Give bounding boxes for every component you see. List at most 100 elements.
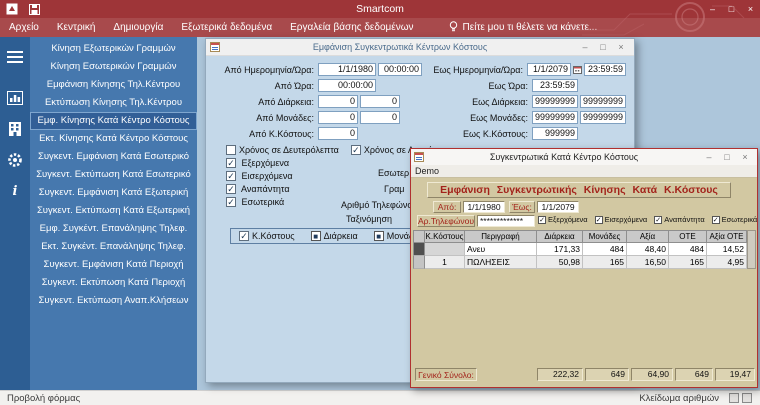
cell-value-ote[interactable]: 14,52: [707, 243, 747, 256]
from-costcenter-input[interactable]: 0: [318, 127, 358, 140]
filter-unanswered-checkbox[interactable]: ✓ Αναπάντητα: [654, 215, 704, 224]
from-hour-input[interactable]: 00:00:00: [318, 79, 376, 92]
sidebar-item-ekt-kinisis-kentro-kostous[interactable]: Εκτ. Κίνησης Κατά Κέντρο Κόστους: [30, 130, 197, 148]
form-view-icon[interactable]: [729, 393, 739, 403]
report-window: Συγκεντρωτικά Κατά Κέντρο Κόστους – □ × …: [410, 148, 758, 388]
column-header-value-ote[interactable]: Αξία ΟΤΕ: [707, 230, 747, 243]
cell-description[interactable]: ΠΩΛΗΣΕΙΣ: [465, 256, 537, 269]
sidebar-item-kinisi-exoterikon[interactable]: Κίνηση Εξωτερικών Γραμμών: [30, 40, 197, 58]
sort-duration-option[interactable]: ■ Διάρκεια: [311, 231, 358, 241]
sidebar-item-sygkent-ektiposi-esoteriko[interactable]: Συγκεντ. Εκτύπωση Κατά Εσωτερικό: [30, 166, 197, 184]
filter-dialog-titlebar[interactable]: Εμφάνιση Συγκεντρωτικά Κέντρων Κόστους –…: [206, 39, 634, 56]
cell-value[interactable]: 16,50: [627, 256, 669, 269]
from-duration-input-1[interactable]: 0: [318, 95, 358, 108]
gear-icon[interactable]: [0, 148, 30, 172]
from-date-input[interactable]: 1/1/1980: [318, 63, 376, 76]
maximize-button[interactable]: □: [722, 0, 741, 18]
sidebar-item-emfanisi-kinisis-tilkentrou[interactable]: Εμφάνιση Κίνησης Τηλ.Κέντρου: [30, 76, 197, 94]
close-button[interactable]: ×: [741, 0, 760, 18]
to-duration-input-1[interactable]: 99999999: [532, 95, 578, 108]
report-heading-button[interactable]: Εμφάνιση Συγκεντρωτικής Κίνησης Κατά Κ.Κ…: [427, 182, 731, 198]
from-date-value[interactable]: 1/1/1980: [463, 201, 505, 213]
from-units-input-2[interactable]: 0: [360, 111, 400, 124]
cell-ote[interactable]: 484: [669, 243, 707, 256]
building-icon[interactable]: [0, 117, 30, 141]
chart-icon[interactable]: [0, 86, 30, 110]
menubar: Αρχείο Κεντρική Δημιουργία Εξωτερικά δεδ…: [0, 18, 760, 37]
column-header-units[interactable]: Μονάδες: [583, 230, 627, 243]
menu-home[interactable]: Κεντρική: [48, 18, 105, 37]
record-selector[interactable]: [413, 243, 425, 256]
cell-costcenter[interactable]: [425, 243, 465, 256]
from-duration-input-2[interactable]: 0: [360, 95, 400, 108]
sidebar-item-ekt-sygkent-epanalipsis[interactable]: Εκτ. Συγκέντ. Επανάληψης Τηλεφ.: [30, 238, 197, 256]
dialog-minimize-button[interactable]: –: [576, 42, 594, 52]
sidebar-item-sygkent-emfanisi-exoteriki[interactable]: Συγκεντ. Εμφάνιση Κατά Εξωτερική: [30, 184, 197, 202]
dialog-maximize-button[interactable]: □: [594, 42, 612, 52]
sidebar-item-sygkent-emfanisi-periochi[interactable]: Συγκεντ. Εμφάνιση Κατά Περιοχή: [30, 256, 197, 274]
report-titlebar[interactable]: Συγκεντρωτικά Κατά Κέντρο Κόστους – □ ×: [411, 149, 757, 165]
minimize-button[interactable]: –: [703, 0, 722, 18]
filter-internal-checkbox[interactable]: ✓ Εσωτερικά: [712, 215, 758, 224]
sidebar-item-ektiposi-kinisis-tilkentrou[interactable]: Εκτύπωση Κίνησης Τηλ.Κέντρου: [30, 94, 197, 112]
save-icon[interactable]: [29, 4, 40, 15]
column-header-ote[interactable]: ΟΤΕ: [669, 230, 707, 243]
filter-incoming-checkbox[interactable]: ✓ Εισερχόμενα: [595, 215, 648, 224]
to-duration-input-2[interactable]: 99999999: [580, 95, 626, 108]
column-header-value[interactable]: Αξία: [627, 230, 669, 243]
column-header-description[interactable]: Περιγραφή: [465, 230, 537, 243]
dialog-close-button[interactable]: ×: [612, 42, 630, 52]
date-picker-icon[interactable]: [573, 65, 582, 74]
record-selector[interactable]: [413, 256, 425, 269]
column-header-duration[interactable]: Διάρκεια: [537, 230, 583, 243]
hamburger-menu-icon[interactable]: [0, 45, 30, 69]
to-units-input-2[interactable]: 99999999: [580, 111, 626, 124]
filter-outgoing-checkbox[interactable]: ✓ Εξερχόμενα: [538, 215, 588, 224]
window-controls: – □ ×: [703, 0, 760, 18]
menu-external-data[interactable]: Εξωτερικά δεδομένα: [172, 18, 281, 37]
from-units-input-1[interactable]: 0: [318, 111, 358, 124]
to-date-value[interactable]: 1/1/2079: [537, 201, 579, 213]
to-costcenter-input[interactable]: 999999: [532, 127, 578, 140]
menu-file[interactable]: Αρχείο: [0, 18, 48, 37]
sidebar-item-sygkent-ektiposi-periochi[interactable]: Συγκεντ. Εκτύπωση Κατά Περιοχή: [30, 274, 197, 292]
to-hour-input[interactable]: 23:59:59: [532, 79, 578, 92]
cell-value-ote[interactable]: 4,95: [707, 256, 747, 269]
menu-database-tools[interactable]: Εργαλεία βάσης δεδομένων: [281, 18, 422, 37]
phone-masked-input[interactable]: *************: [477, 215, 535, 227]
cell-description[interactable]: Ανευ: [465, 243, 537, 256]
sidebar-item-sygkent-emfanisi-esoteriko[interactable]: Συγκεντ. Εμφάνιση Κατά Εσωτερικό: [30, 148, 197, 166]
cell-costcenter[interactable]: 1: [425, 256, 465, 269]
view-mode-text: Προβολή φόρμας: [0, 393, 80, 404]
sidebar-item-kinisi-esoterikon[interactable]: Κίνηση Εσωτερικών Γραμμών: [30, 58, 197, 76]
sidebar-item-sygkent-ektiposi-exoteriki[interactable]: Συγκεντ. Εκτύπωση Κατά Εξωτερική: [30, 202, 197, 220]
sort-costcenter-checkbox[interactable]: ✓ Κ.Κόστους: [239, 231, 295, 241]
column-header-costcenter[interactable]: Κ.Κόστους: [425, 230, 465, 243]
cell-value[interactable]: 48,40: [627, 243, 669, 256]
to-time-input[interactable]: 23:59:59: [584, 63, 626, 76]
app-icon[interactable]: [6, 3, 18, 15]
total-duration: 222,32: [537, 368, 583, 381]
design-view-icon[interactable]: [742, 393, 752, 403]
from-time-input[interactable]: 00:00:00: [378, 63, 422, 76]
sidebar-item-emf-sygkent-epanalipsis[interactable]: Εμφ. Συγκέντ. Επανάληψης Τηλεφ.: [30, 220, 197, 238]
cell-units[interactable]: 484: [583, 243, 627, 256]
cell-duration[interactable]: 171,33: [537, 243, 583, 256]
option-label: Διάρκεια: [324, 231, 358, 241]
cell-ote[interactable]: 165: [669, 256, 707, 269]
info-icon[interactable]: i: [0, 179, 30, 203]
cell-duration[interactable]: 50,98: [537, 256, 583, 269]
tellme-box[interactable]: Πείτε μου τι θέλετε να κάνετε...: [449, 21, 598, 35]
report-minimize-button[interactable]: –: [700, 152, 718, 162]
vertical-scrollbar[interactable]: [747, 230, 756, 269]
info-glyph: i: [13, 184, 18, 199]
to-units-input-1[interactable]: 99999999: [532, 111, 578, 124]
menu-create[interactable]: Δημιουργία: [104, 18, 172, 37]
report-maximize-button[interactable]: □: [718, 152, 736, 162]
sidebar-item-emf-kinisis-kentro-kostous[interactable]: Εμφ. Κίνησης Κατά Κέντρο Κόστους: [30, 112, 197, 130]
report-close-button[interactable]: ×: [736, 152, 754, 162]
seconds-checkbox[interactable]: Χρόνος σε Δευτερόλεπτα: [226, 145, 339, 155]
sidebar-item-sygkent-ektiposi-anap-kliseon[interactable]: Συγκεντ. Εκτύπωση Αναπ.Κλήσεων: [30, 292, 197, 310]
to-date-input[interactable]: 1/1/2079: [527, 63, 571, 76]
cell-units[interactable]: 165: [583, 256, 627, 269]
